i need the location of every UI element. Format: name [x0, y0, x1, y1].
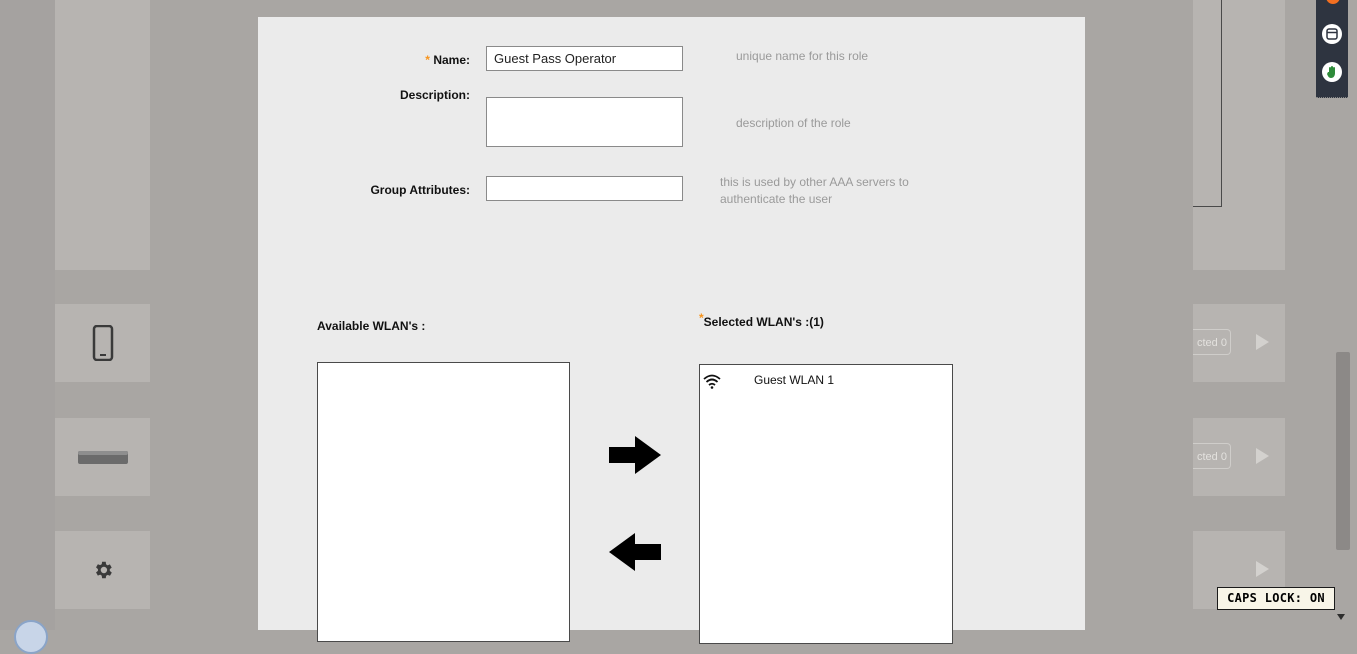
selected-count-pill[interactable]: cted 0 [1193, 443, 1231, 469]
name-input[interactable] [486, 46, 683, 71]
selected-wlans-label: *Selected WLAN's :(1) [699, 311, 824, 329]
notification-icon[interactable] [1326, 0, 1340, 4]
smartphone-icon [92, 325, 113, 361]
group-attributes-label: Group Attributes: [370, 183, 470, 197]
description-label: Description: [399, 88, 470, 102]
name-label-text: Name: [433, 53, 470, 67]
wlan-name: Guest WLAN 1 [754, 373, 835, 387]
group-attributes-hint-line2: authenticate the user [720, 192, 833, 206]
right-row-2: cted 0 [1193, 418, 1285, 496]
device-row-settings [55, 531, 150, 609]
play-icon[interactable] [1256, 561, 1269, 577]
name-label: * Name: [358, 53, 470, 67]
play-icon[interactable] [1256, 448, 1269, 464]
caps-lock-indicator: CAPS LOCK: ON [1217, 587, 1335, 610]
available-wlans-list[interactable] [317, 362, 570, 642]
window-icon[interactable] [1322, 24, 1342, 44]
available-wlans-label: Available WLAN's : [317, 319, 426, 333]
right-background-frame [1193, 0, 1222, 207]
name-hint: unique name for this role [736, 49, 869, 63]
access-point-icon [77, 451, 128, 464]
add-wlan-button[interactable] [608, 435, 662, 480]
description-input[interactable] [486, 97, 683, 147]
floating-toolbar [1316, 0, 1348, 98]
scroll-down-icon[interactable] [1337, 614, 1345, 620]
gear-icon [95, 561, 112, 579]
device-row-phone [55, 304, 150, 382]
group-attributes-hint-line1: this is used by other AAA servers to [720, 175, 909, 189]
left-strip [0, 0, 55, 630]
list-item[interactable]: Guest WLAN 1 [700, 371, 950, 391]
required-marker: * [699, 311, 704, 325]
scrollbar-thumb[interactable] [1336, 352, 1350, 550]
hand-pointer-icon[interactable] [1322, 62, 1342, 82]
arrow-left-icon[interactable] [608, 532, 662, 572]
description-hint: description of the role [736, 116, 851, 130]
group-attributes-hint: this is used by other AAA servers to aut… [720, 174, 909, 208]
group-attributes-input[interactable] [486, 176, 683, 201]
selected-wlans-list[interactable]: Guest WLAN 1 [699, 364, 953, 644]
play-icon[interactable] [1256, 334, 1269, 350]
role-form-dialog: * Name: unique name for this role Descri… [258, 17, 1085, 644]
remove-wlan-button[interactable] [608, 532, 662, 577]
arrow-right-icon[interactable] [608, 435, 662, 475]
selected-count-pill[interactable]: cted 0 [1193, 329, 1231, 355]
right-row-1: cted 0 [1193, 304, 1285, 382]
help-icon[interactable] [14, 620, 48, 654]
wifi-icon [703, 374, 721, 389]
background-card [55, 0, 150, 270]
device-row-ap [55, 418, 150, 496]
required-marker: * [425, 53, 430, 67]
selected-wlans-label-text: Selected WLAN's :(1) [703, 315, 824, 329]
